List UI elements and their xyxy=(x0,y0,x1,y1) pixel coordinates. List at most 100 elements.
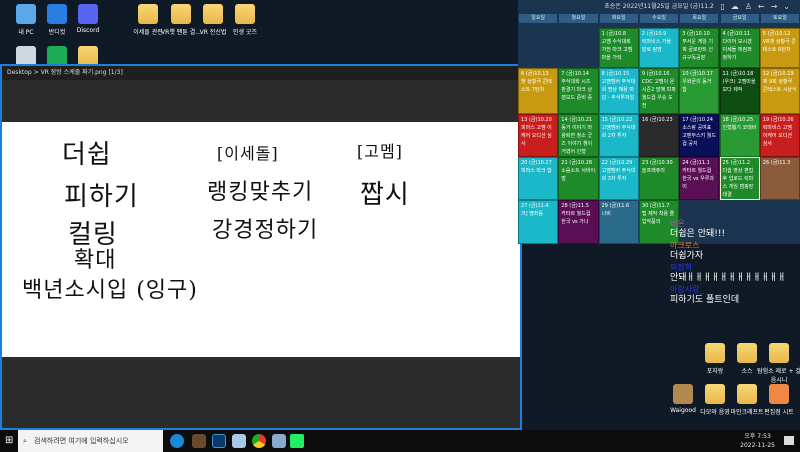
day-date: 2 (금)10.9 xyxy=(641,31,667,37)
calendar-day[interactable]: 24 (금)11.1 카타르 월드컵 한국 vs 우루과이 xyxy=(679,157,720,200)
folder-icon xyxy=(705,343,725,363)
start-button[interactable]: ⊞ xyxy=(5,436,13,446)
app-icon xyxy=(16,46,36,66)
folder-icon xyxy=(737,343,757,363)
day-date: 13 (금)10.20 xyxy=(521,117,552,123)
handwritten-text: [고멤] xyxy=(357,142,403,161)
handwritten-text: 피하기 xyxy=(64,182,139,212)
calendar-day[interactable]: 23 (금)10.30 놀프래쥬리 xyxy=(638,157,680,200)
handwritten-text: 더쉽 xyxy=(62,140,112,170)
calendar-day[interactable]: 26 (금)11.3 xyxy=(759,157,800,200)
weekday-header: 금요일 xyxy=(720,14,759,23)
weekday-header: 월요일 xyxy=(559,14,598,23)
handwritten-text: 백년소시입 (잉구) xyxy=(22,278,198,303)
edge-icon[interactable] xyxy=(170,434,184,448)
desktop-icon[interactable]: 인생 굿즈 xyxy=(222,4,268,36)
chat-username: 의장학 xyxy=(670,263,693,272)
desktop-icon[interactable]: Discord xyxy=(65,4,111,34)
whiteboard-image: 더쉽 피하기 컬링 확대 백년소시입 (잉구) [이세돌] 랭킹맞추기 강경정하기 [고멤] 짭시 xyxy=(2,122,520,357)
calendar-day[interactable]: 14 (금)10.21 동거 이야기 마왕퇴면 청소 굿즈 이야기 챙이거였어 인… xyxy=(558,114,599,157)
app-icon[interactable] xyxy=(290,434,304,448)
calendar-day[interactable]: 2 (금)10.9 릭마비스 가을 발로 탐방 xyxy=(638,28,680,68)
day-date: 19 (금)10.26 xyxy=(762,117,794,123)
calendar-day[interactable]: 10 (금)10.17 우왁굳의 동거 합 xyxy=(679,68,720,114)
weekday-header: 일요일 xyxy=(519,14,558,23)
day-events: 우왁굳의 동거 합 xyxy=(682,79,712,93)
chat-username: 아크로스 xyxy=(670,241,700,250)
handwritten-text: 강경정하기 xyxy=(212,218,319,243)
calendar-day[interactable]: 15 (금)10.22 고멤멤버 주식대회 2차 투자 xyxy=(598,114,639,157)
calendar-day[interactable]: 18 (금)10.25 인형뽑기 코레바 xyxy=(719,114,760,157)
calendar-day[interactable]: 16 (금)10.23 xyxy=(638,114,680,157)
app-icon xyxy=(16,4,36,24)
calendar-day[interactable]: 13 (금)10.20 피마스 고멤 이케어 오디션 심사 xyxy=(518,114,559,157)
day-events: 고멤멤버 주식대회 3차 투자 xyxy=(601,168,636,182)
day-date: 22 (금)10.29 xyxy=(601,160,633,166)
day-date: 5 (금)10.12 xyxy=(762,31,791,37)
day-events: 카타르 월드컵 한국 vs 우루과이 xyxy=(682,168,714,190)
folder-icon xyxy=(235,4,255,24)
minecraft-icon[interactable] xyxy=(192,434,206,448)
calendar-day[interactable]: 3 (금)10.10 무서운 게임 기획 골로란트 신규구독공장 xyxy=(679,28,720,68)
search-icon: ⌕ xyxy=(23,437,27,445)
day-date: 23 (금)10.30 xyxy=(641,160,673,166)
chrome-icon[interactable] xyxy=(252,434,266,448)
day-date: 12 (금)10.19 xyxy=(762,71,794,77)
calendar-day[interactable]: 25 (금)11.2 더쉽 영상 편집후 업로드 릭마스 게임 캠핑장 대결 xyxy=(719,157,760,200)
date: 2022-11-25 xyxy=(740,442,775,449)
calendar-day[interactable]: 12 (금)10.19 제 9회 상황극 콘테스트 시상식 xyxy=(759,68,800,114)
viewer-title: Desktop > VR 잠방 스케줄 짜기.png [1/3] xyxy=(2,66,520,80)
day-date: 26 (금)11.3 xyxy=(762,160,791,166)
time: 오후 7:53 xyxy=(744,433,771,440)
calendar-day[interactable]: 1 (금)10.8 고멤 수식대회 가전 마크 고멤마을 가락 xyxy=(598,28,639,68)
calendar-day[interactable]: 19 (금)10.26 릭마비스 고멤 이케어 오디션 심사 xyxy=(759,114,800,157)
day-date: 30 (금)11.7 xyxy=(641,203,670,209)
day-date: 10 (금)10.17 xyxy=(682,71,713,77)
day-date: 16 (금)10.23 xyxy=(641,117,673,123)
search-box[interactable]: ⌕ 검색하려면 여기에 입력하십시오 xyxy=(18,430,163,452)
day-events: 카타르 월드컵 한국 vs 가나 xyxy=(561,211,591,225)
folder-icon xyxy=(171,4,191,24)
calendar-day[interactable]: 17 (금)10.24 소스랑 공여표 고멘무스키 월드컵 공지 xyxy=(679,114,720,157)
notepad-icon[interactable] xyxy=(232,434,246,448)
paint-icon[interactable] xyxy=(272,434,286,448)
day-events: 나비 xyxy=(601,211,611,217)
notification-icon[interactable] xyxy=(784,436,794,445)
calendar-day[interactable]: 21 (금)10.28 소음소트 서바이벌 xyxy=(558,157,599,200)
calendar-day[interactable]: 22 (금)10.29 고멤멤버 주식대회 3차 투자 xyxy=(598,157,639,200)
calendar-day[interactable]: 11 (금)10.18 (우크) 고멤마을 모다 제작 xyxy=(719,68,760,114)
app-icon xyxy=(47,4,67,24)
day-events: 소스랑 공여표 고멘무스키 월드컵 공지 xyxy=(682,125,716,147)
desktop-icon[interactable]: 편집점 시트 xyxy=(756,384,800,416)
day-date: 18 (금)10.25 xyxy=(722,117,754,123)
calendar-day[interactable]: 4 (금)10.11 다이어 보시겠 이세돌 퍼컴퍼 정하기 xyxy=(719,28,760,68)
desktop-icon[interactable]: 탐험소 제로 + 걸음시니 xyxy=(756,343,800,384)
calendar-day[interactable]: 6 (금)10.13 챗 상황극 콘테스트 7탄차 xyxy=(518,68,559,114)
day-events: 크] 멤좌음 xyxy=(521,211,543,217)
image-viewer-window[interactable]: Desktop > VR 잠방 스케줄 짜기.png [1/3] 더쉽 피하기 컬링… xyxy=(0,64,522,430)
day-events: 고멤멤버 주식대회 2차 투자 xyxy=(601,125,636,139)
day-events: 릭마비스 가을 발로 탐방 xyxy=(641,39,672,53)
day-date: 21 (금)10.28 xyxy=(561,160,593,166)
day-date: 4 (금)10.11 xyxy=(722,31,751,37)
day-date: 7 (금)10.14 xyxy=(561,71,589,77)
clock[interactable]: 오후 7:53 2022-11-25 xyxy=(740,432,775,450)
day-date: 1 (금)10.8 xyxy=(601,31,626,37)
day-date: 27 (금)11.4 xyxy=(521,203,549,209)
vegas-icon[interactable] xyxy=(212,434,226,448)
calendar-toolbar[interactable]: ▯☁♙←→⌄ xyxy=(720,0,796,13)
calendar-day[interactable]: 28 (금)11.5 카타르 월드컵 한국 vs 가나 xyxy=(558,200,599,244)
calendar-day[interactable]: 8 (금)10.15 고멤멤버 주식대회 명상 채용 마감 - 주식투자일 xyxy=(598,68,639,114)
calendar-day[interactable]: 20 (금)10.27 피마스 마크 합 xyxy=(518,157,559,200)
handwritten-text: [이세돌] xyxy=(217,144,279,163)
day-date: 29 (금)11.6 xyxy=(601,203,630,209)
folder-icon xyxy=(705,384,725,404)
chat-username: 네온 xyxy=(670,219,685,228)
calendar-day[interactable]: 7 (금)10.14 주식대회 시즈 판결기 마크 상점모드 준비 중 xyxy=(558,68,599,114)
calendar-day[interactable]: 29 (금)11.6 나비 xyxy=(598,200,639,244)
calendar-day[interactable]: 9 (금)10.16 CDC 고멤이 몬 시즌2 발매 피파 월드컵 우승 도전 xyxy=(638,68,680,114)
day-date: 8 (금)10.15 xyxy=(601,71,630,77)
chat-username: 아랑사랑_ xyxy=(670,285,704,294)
calendar-day[interactable]: 27 (금)11.4 크] 멤좌음 xyxy=(518,200,559,244)
calendar-day[interactable]: 5 (금)10.12 VR챗 상황극 콘테스트 6탄차 xyxy=(759,28,800,68)
